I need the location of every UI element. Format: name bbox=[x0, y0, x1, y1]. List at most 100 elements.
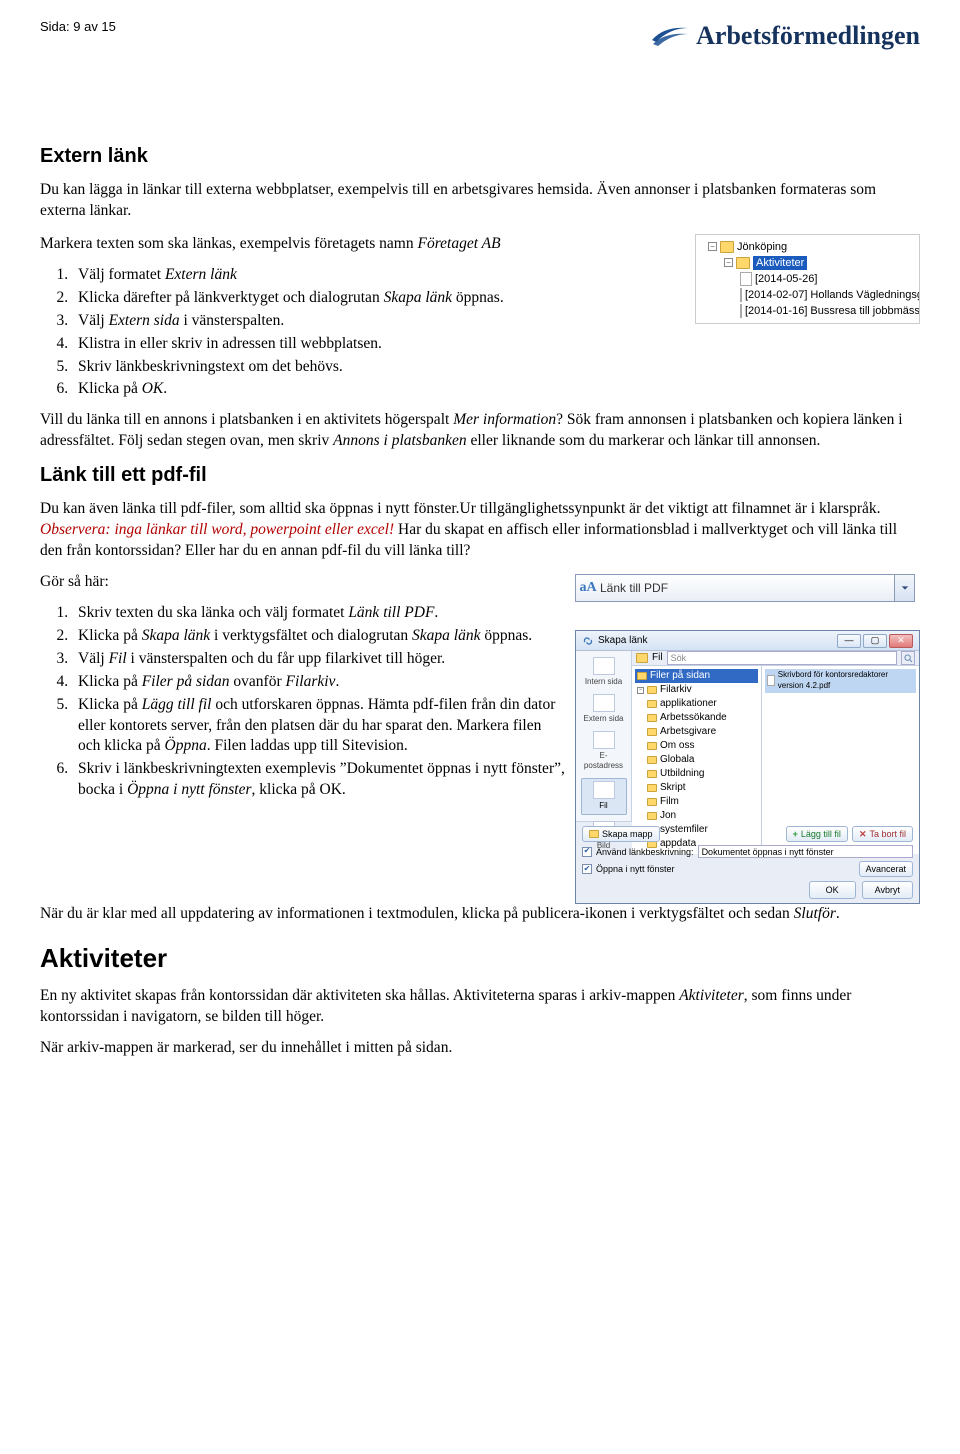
folder-icon bbox=[647, 784, 657, 792]
pdf-icon bbox=[767, 675, 775, 686]
folder-icon bbox=[647, 714, 657, 722]
step-item: Skriv länkbeskrivningstext om det behövs… bbox=[72, 357, 685, 378]
search-input[interactable]: Sök bbox=[667, 651, 897, 665]
dialog-toolbar: Fil Sök bbox=[632, 651, 919, 666]
section-extern-intro: Du kan lägga in länkar till externa webb… bbox=[40, 180, 920, 222]
folder-icon bbox=[647, 700, 657, 708]
cancel-button[interactable]: Avbryt bbox=[862, 881, 913, 899]
aktiviteter-p2: När arkiv-mappen är markerad, ser du inn… bbox=[40, 1038, 920, 1059]
step-item: Klicka därefter på länkverktyget och dia… bbox=[72, 288, 685, 309]
step-item: Klicka på Filer på sidan ovanför Filarki… bbox=[72, 672, 565, 693]
dialog-sidebar: Intern sida Extern sida E-postadress Fil… bbox=[576, 651, 632, 821]
globe-icon bbox=[593, 694, 615, 712]
link-icon bbox=[582, 635, 594, 647]
section-pdf-title: Länk till ett pdf-fil bbox=[40, 462, 920, 489]
tree-screenshot: − Jönköping − Aktiviteter [2014-05-26] [… bbox=[695, 234, 920, 324]
logo-text: Arbetsförmedlingen bbox=[696, 18, 920, 53]
step-item: Välj Fil i vänsterspalten och du får upp… bbox=[72, 649, 565, 670]
tree-item[interactable]: Skript bbox=[635, 781, 758, 795]
folder-icon bbox=[720, 241, 734, 253]
dropdown-selected: Länk till PDF bbox=[600, 580, 894, 596]
tree-item[interactable]: Arbetsgivare bbox=[635, 725, 758, 739]
steps-list-extern: Välj formatet Extern länk Klicka därefte… bbox=[72, 265, 685, 401]
sidebar-item-epost[interactable]: E-postadress bbox=[581, 731, 627, 773]
text-style-icon: aA bbox=[576, 579, 600, 598]
step-item: Skriv texten du ska länka och välj forma… bbox=[72, 603, 565, 624]
platsbanken-paragraph: Vill du länka till en annons i platsbank… bbox=[40, 410, 920, 452]
tree-item[interactable]: −Filarkiv bbox=[635, 683, 758, 697]
warning-text: Observera: inga länkar till word, powerp… bbox=[40, 521, 394, 538]
close-button[interactable]: ✕ bbox=[889, 634, 913, 648]
tree-item[interactable]: Globala bbox=[635, 753, 758, 767]
collapse-icon: − bbox=[708, 242, 717, 251]
sidebar-item-extern[interactable]: Extern sida bbox=[581, 694, 627, 725]
logo-swoosh-icon bbox=[650, 22, 690, 50]
search-icon[interactable] bbox=[901, 651, 915, 665]
link-description-field[interactable]: Dokumentet öppnas i nytt fönster bbox=[698, 845, 913, 858]
pdf-intro: Du kan även länka till pdf-filer, som al… bbox=[40, 499, 920, 562]
step-item: Klicka på Lägg till fil och utforskaren … bbox=[72, 695, 565, 758]
dropdown-button[interactable] bbox=[894, 575, 914, 601]
document-icon bbox=[740, 272, 752, 286]
preview-file[interactable]: Skrivbord för kontorsredaktorer version … bbox=[765, 669, 916, 693]
folder-icon bbox=[647, 742, 657, 750]
tree-item[interactable]: Utbildning bbox=[635, 767, 758, 781]
tree-item-selected[interactable]: Filer på sidan bbox=[635, 669, 758, 683]
folder-icon bbox=[636, 653, 648, 663]
tree-row: [2014-01-16] Bussresa till jobbmässa i V bbox=[700, 303, 919, 319]
file-icon bbox=[593, 781, 615, 799]
page-header: Sida: 9 av 15 Arbetsförmedlingen bbox=[40, 18, 920, 53]
selected-tree-item: Aktiviteter bbox=[753, 256, 807, 271]
folder-icon bbox=[647, 812, 657, 820]
sidebar-item-intern[interactable]: Intern sida bbox=[581, 657, 627, 688]
step-item: Klicka på Skapa länk i verktygsfältet oc… bbox=[72, 626, 565, 647]
dialog-titlebar: Skapa länk — ▢ ✕ bbox=[576, 631, 919, 651]
format-dropdown[interactable]: aA Länk till PDF bbox=[575, 574, 915, 602]
tree-row: − Aktiviteter bbox=[700, 255, 919, 271]
use-desc-checkbox[interactable]: ✔ bbox=[582, 847, 592, 857]
folder-icon bbox=[647, 798, 657, 806]
tree-row: [2014-02-07] Hollands Vägledningsgrup bbox=[700, 287, 919, 303]
open-new-checkbox[interactable]: ✔ bbox=[582, 864, 592, 874]
page-indicator: Sida: 9 av 15 bbox=[40, 18, 116, 36]
instruction-lead: Markera texten som ska länkas, exempelvi… bbox=[40, 234, 685, 255]
advanced-button[interactable]: Avancerat bbox=[859, 861, 913, 877]
step-item: Klistra in eller skriv in adressen till … bbox=[72, 334, 685, 355]
tree-item[interactable]: Jon bbox=[635, 809, 758, 823]
folder-icon bbox=[637, 672, 647, 680]
brand-logo: Arbetsförmedlingen bbox=[650, 18, 920, 53]
chevron-down-icon bbox=[901, 584, 909, 592]
page-icon bbox=[593, 657, 615, 675]
section-aktiviteter-title: Aktiviteter bbox=[40, 941, 920, 976]
remove-file-button[interactable]: ✕ Ta bort fil bbox=[852, 826, 913, 842]
remove-icon: ✕ bbox=[859, 828, 867, 840]
mail-icon bbox=[593, 731, 615, 749]
minimize-button[interactable]: — bbox=[837, 634, 861, 648]
tree-row: − Jönköping bbox=[700, 239, 919, 255]
steps-list-pdf: Skriv texten du ska länka och välj forma… bbox=[72, 603, 565, 801]
add-file-button[interactable]: + Lägg till fil bbox=[786, 826, 848, 842]
instruction-lead-pdf: Gör så här: bbox=[40, 572, 565, 593]
tree-item[interactable]: Arbetssökande bbox=[635, 711, 758, 725]
step-item: Skriv i länkbeskrivningtexten exemplevis… bbox=[72, 759, 565, 801]
folder-icon bbox=[647, 770, 657, 778]
tree-item[interactable]: Om oss bbox=[635, 739, 758, 753]
ok-button[interactable]: OK bbox=[809, 881, 856, 899]
document-icon bbox=[740, 288, 742, 302]
collapse-icon: − bbox=[724, 258, 733, 267]
folder-icon bbox=[736, 257, 750, 269]
step-item: Välj Extern sida i vänsterspalten. bbox=[72, 311, 685, 332]
skapa-lank-dialog: Skapa länk — ▢ ✕ Intern sida Extern sida… bbox=[575, 630, 920, 904]
step-item: Klicka på OK. bbox=[72, 379, 685, 400]
tree-item[interactable]: Film bbox=[635, 795, 758, 809]
document-icon bbox=[740, 304, 742, 318]
maximize-button[interactable]: ▢ bbox=[863, 634, 887, 648]
tree-item[interactable]: applikationer bbox=[635, 697, 758, 711]
plus-icon: + bbox=[793, 828, 798, 840]
folder-icon bbox=[589, 830, 599, 838]
folder-icon bbox=[647, 728, 657, 736]
section-extern-lank-title: Extern länk bbox=[40, 143, 920, 170]
sidebar-item-fil[interactable]: Fil bbox=[581, 778, 627, 815]
create-folder-button[interactable]: Skapa mapp bbox=[582, 826, 660, 842]
folder-icon bbox=[647, 686, 657, 694]
